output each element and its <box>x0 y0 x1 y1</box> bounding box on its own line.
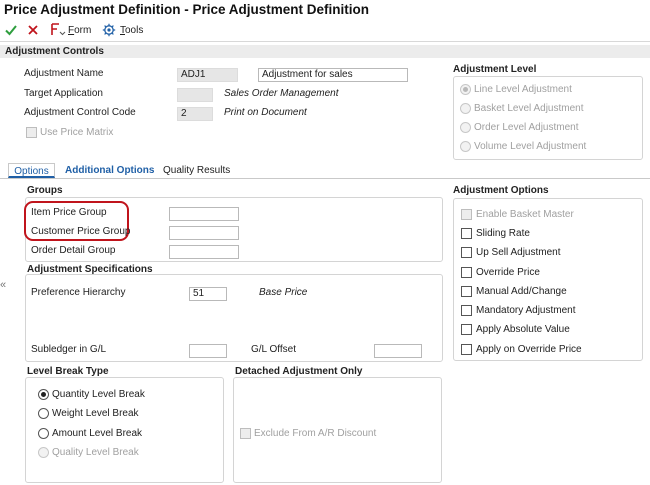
collapse-panel-handle[interactable]: « <box>0 278 7 294</box>
order-detail-group-label: Order Detail Group <box>31 245 116 256</box>
adjustment-description-field[interactable]: Adjustment for sales <box>258 68 408 82</box>
order-detail-group-input[interactable] <box>169 245 239 259</box>
up-sell-adjustment-label: Up Sell Adjustment <box>476 247 561 258</box>
weight-level-break-label: Weight Level Break <box>52 408 139 419</box>
up-sell-adjustment-checkbox[interactable] <box>461 247 472 258</box>
gear-icon <box>102 23 116 40</box>
order-level-adjustment-radio[interactable] <box>460 122 471 133</box>
tab-strip-divider <box>0 178 650 179</box>
gl-offset-label: G/L Offset <box>251 344 297 355</box>
exclude-ar-discount-label: Exclude From A/R Discount <box>254 428 377 439</box>
toolbar: Form Tools <box>0 20 650 42</box>
manual-add-change-checkbox[interactable] <box>461 286 472 297</box>
page-title: Price Adjustment Definition - Price Adju… <box>4 2 370 17</box>
subledger-input[interactable] <box>189 344 227 358</box>
form-menu-label: Form <box>68 25 92 36</box>
sliding-rate-checkbox[interactable] <box>461 228 472 239</box>
target-application-description: Sales Order Management <box>224 88 339 99</box>
use-price-matrix-label: Use Price Matrix <box>40 127 114 138</box>
quantity-level-break-radio[interactable] <box>38 389 49 400</box>
form-menu-icon <box>50 23 66 40</box>
preference-hierarchy-description: Base Price <box>259 287 308 298</box>
apply-absolute-value-checkbox[interactable] <box>461 324 472 335</box>
item-price-group-label: Item Price Group <box>31 207 107 218</box>
tools-menu-button[interactable]: Tools <box>102 20 148 42</box>
preference-hierarchy-input[interactable]: 51 <box>189 287 227 301</box>
detached-adjustment-title: Detached Adjustment Only <box>235 366 363 377</box>
customer-price-group-label: Customer Price Group <box>31 226 131 237</box>
tab-quality-results[interactable]: Quality Results <box>163 163 230 178</box>
mandatory-adjustment-checkbox[interactable] <box>461 305 472 316</box>
adjustment-level-title: Adjustment Level <box>453 64 537 75</box>
manual-add-change-label: Manual Add/Change <box>476 286 567 297</box>
tab-additional-options[interactable]: Additional Options <box>65 163 154 178</box>
adjustment-controls-header: Adjustment Controls <box>0 45 650 58</box>
adjustment-options-box <box>453 198 643 361</box>
tab-options[interactable]: Options <box>8 163 55 178</box>
customer-price-group-input[interactable] <box>169 226 239 240</box>
basket-level-adjustment-radio[interactable] <box>460 103 471 114</box>
quality-level-break-label: Quality Level Break <box>52 447 139 458</box>
quality-level-break-radio[interactable] <box>38 447 49 458</box>
item-price-group-input[interactable] <box>169 207 239 221</box>
adjustment-controls-title: Adjustment Controls <box>5 46 104 57</box>
target-application-label: Target Application <box>24 88 103 99</box>
adjustment-control-code-label: Adjustment Control Code <box>24 107 136 118</box>
weight-level-break-radio[interactable] <box>38 408 49 419</box>
mandatory-adjustment-label: Mandatory Adjustment <box>476 305 576 316</box>
line-level-adjustment-label: Line Level Adjustment <box>474 84 572 95</box>
adjustment-control-code-field[interactable]: 2 <box>177 107 213 121</box>
adjustment-name-field[interactable]: ADJ1 <box>177 68 238 82</box>
target-application-field[interactable] <box>177 88 213 102</box>
checkmark-icon[interactable] <box>4 23 18 40</box>
amount-level-break-radio[interactable] <box>38 428 49 439</box>
adjustment-options-title: Adjustment Options <box>453 185 549 196</box>
volume-level-adjustment-radio[interactable] <box>460 141 471 152</box>
gl-offset-input[interactable] <box>374 344 422 358</box>
amount-level-break-label: Amount Level Break <box>52 428 143 439</box>
tools-menu-label: Tools <box>120 25 144 36</box>
basket-level-adjustment-label: Basket Level Adjustment <box>474 103 584 114</box>
line-level-adjustment-radio[interactable] <box>460 84 471 95</box>
apply-on-override-price-label: Apply on Override Price <box>476 344 582 355</box>
adjustment-name-label: Adjustment Name <box>24 68 104 79</box>
override-price-label: Override Price <box>476 267 540 278</box>
preference-hierarchy-label: Preference Hierarchy <box>31 287 126 298</box>
volume-level-adjustment-label: Volume Level Adjustment <box>474 141 587 152</box>
level-break-type-title: Level Break Type <box>27 366 109 377</box>
apply-absolute-value-label: Apply Absolute Value <box>476 324 570 335</box>
override-price-checkbox[interactable] <box>461 267 472 278</box>
exclude-ar-discount-checkbox[interactable] <box>240 428 251 439</box>
order-level-adjustment-label: Order Level Adjustment <box>474 122 579 133</box>
apply-on-override-price-checkbox[interactable] <box>461 344 472 355</box>
close-x-icon[interactable] <box>26 23 40 40</box>
sliding-rate-label: Sliding Rate <box>476 228 530 239</box>
form-menu-button[interactable]: Form <box>48 20 94 42</box>
use-price-matrix-checkbox[interactable] <box>26 127 37 138</box>
subledger-label: Subledger in G/L <box>31 344 107 355</box>
enable-basket-master-label: Enable Basket Master <box>476 209 574 220</box>
quantity-level-break-label: Quantity Level Break <box>52 389 145 400</box>
groups-title: Groups <box>27 185 63 196</box>
adjustment-control-code-description: Print on Document <box>224 107 307 118</box>
enable-basket-master-checkbox[interactable] <box>461 209 472 220</box>
